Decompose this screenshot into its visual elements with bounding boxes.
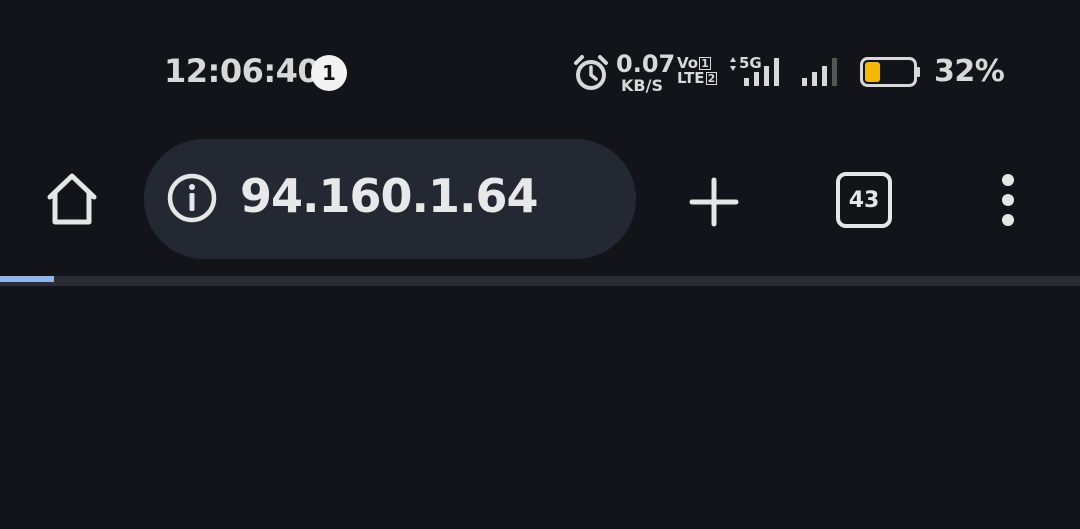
clock: 12:06:40	[164, 52, 320, 90]
network-type-label: 5G	[739, 54, 762, 72]
status-bar: 12:06:40 1 0.07 KB/S Vo 1 LTE 2 5G 32%	[0, 0, 1080, 130]
signal-icon: 5G	[730, 54, 779, 86]
network-speed: 0.07 KB/S	[616, 50, 676, 95]
plus-icon[interactable]	[686, 174, 742, 230]
sim2-label: 2	[705, 72, 718, 85]
network-speed-unit: KB/S	[621, 76, 663, 95]
network-speed-value: 0.07	[616, 50, 676, 78]
browser-toolbar: 94.160.1.64 43	[0, 130, 1080, 276]
page-load-progress	[0, 276, 1080, 286]
volte-indicator: Vo 1 LTE 2	[677, 56, 718, 87]
notification-badge: 1	[311, 55, 347, 91]
url-bar[interactable]: 94.160.1.64	[144, 139, 636, 259]
url-text[interactable]: 94.160.1.64	[240, 169, 538, 223]
more-vert-icon[interactable]	[984, 170, 1032, 230]
lte-label: LTE	[677, 69, 705, 87]
page-content	[0, 286, 1080, 529]
alarm-icon	[574, 55, 608, 90]
battery-icon	[860, 57, 920, 87]
info-icon[interactable]	[166, 172, 218, 224]
tab-count: 43	[848, 187, 880, 213]
tab-switcher-button[interactable]: 43	[836, 172, 892, 228]
home-icon[interactable]	[42, 170, 102, 230]
progress-fill	[0, 276, 54, 282]
battery-percentage: 32%	[934, 54, 1005, 89]
signal-icon-sim2	[802, 58, 837, 86]
